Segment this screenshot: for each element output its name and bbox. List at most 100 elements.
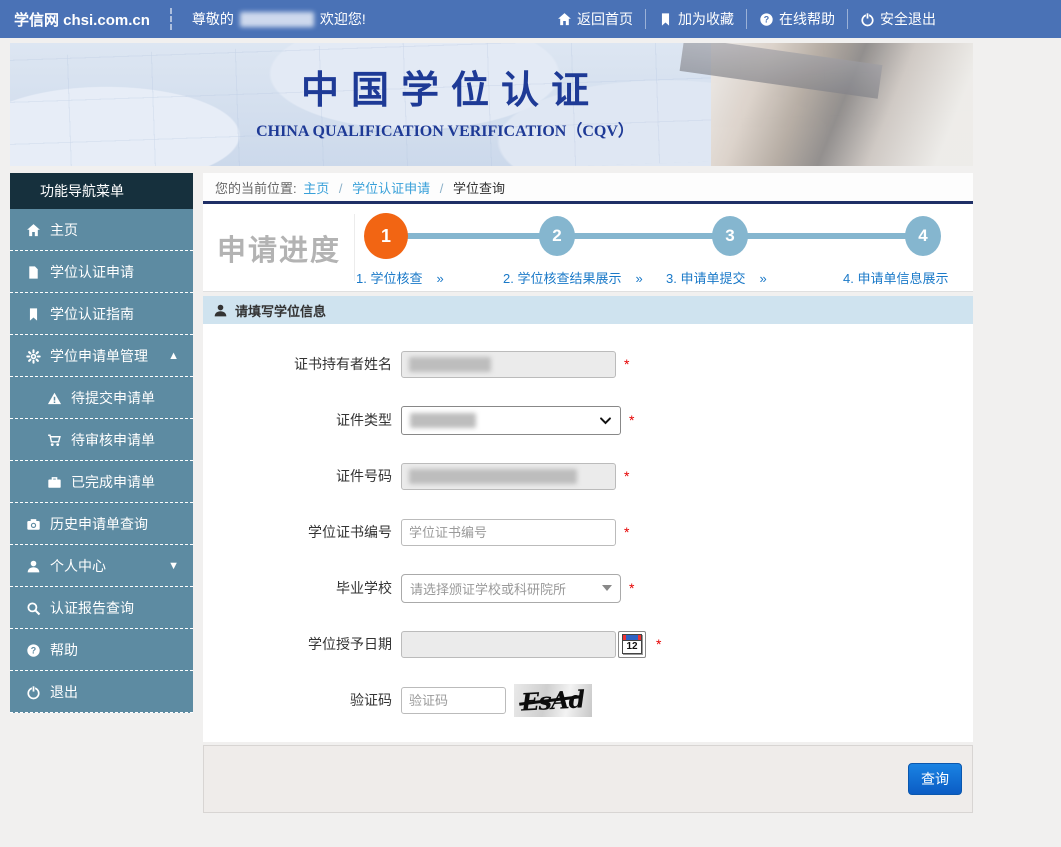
progress-step-label-1: 1. 学位核查» (356, 268, 444, 287)
topbar-links: 返回首页 加为收藏? 在线帮助安全退出 (545, 9, 948, 29)
sidebar-menu: 主页学位认证申请学位认证指南学位申请单管理▲待提交申请单待审核申请单已完成申请单… (10, 209, 193, 713)
breadcrumb-link-home[interactable]: 主页 (303, 181, 329, 196)
breadcrumb-prefix: 您的当前位置: (215, 181, 297, 196)
sidebar-item-label: 已完成申请单 (71, 472, 155, 492)
field-label: 毕业学校 (203, 578, 401, 598)
certificate-holder-name-input (401, 351, 616, 378)
topbar-link-logout[interactable]: 安全退出 (847, 9, 948, 29)
sidebar-item-application-manage[interactable]: 学位申请单管理▲ (10, 335, 193, 377)
sidebar-item-report-query[interactable]: 认证报告查询 (10, 587, 193, 629)
sidebar-item-logout[interactable]: 退出 (10, 671, 193, 713)
sidebar-item-label: 待审核申请单 (71, 430, 155, 450)
sidebar-item-completed[interactable]: 已完成申请单 (10, 461, 193, 503)
required-mark: * (629, 412, 634, 428)
caret-down-icon (602, 585, 612, 591)
person-icon (213, 303, 228, 318)
degree-cert-number-input[interactable] (401, 519, 616, 546)
progress-step-circle-4: 4 (905, 216, 941, 256)
topbar-link-home[interactable]: 返回首页 (545, 9, 645, 29)
query-button[interactable]: 查询 (908, 763, 962, 795)
form-row-id-type: 证件类型 * (203, 392, 973, 448)
progress-step-label-4: 4. 申请单信息展示 (843, 268, 948, 287)
greeting-suffix: 欢迎您! (320, 9, 366, 29)
sidebar-item-label: 学位申请单管理 (50, 346, 148, 366)
progress-step-label-2: 2. 学位核查结果展示» (503, 268, 643, 287)
sidebar-item-help[interactable]: ?帮助 (10, 629, 193, 671)
doc-icon (26, 265, 41, 280)
help-icon: ? (759, 12, 774, 27)
sidebar-item-label: 帮助 (50, 640, 78, 660)
step-arrow: » (759, 271, 766, 286)
banner-title: 中国学位认证 CHINA QUALIFICATION VERIFICATION（… (120, 59, 770, 141)
progress-section: 申请进度 11. 学位核查»22. 学位核查结果展示»33. 申请单提交»44.… (203, 204, 973, 292)
form-footer: 查询 (203, 745, 973, 813)
topbar-link-favorite[interactable]: 加为收藏 (645, 9, 746, 29)
captcha-input[interactable] (401, 687, 506, 714)
power-icon (26, 685, 41, 700)
search-icon (26, 601, 41, 616)
breadcrumb: 您的当前位置: 主页 / 学位认证申请 / 学位查询 (203, 173, 973, 204)
topbar: 学信网 chsi.com.cn 尊敬的 欢迎您! 返回首页 加为收藏? 在线帮助安全… (0, 0, 1061, 38)
required-mark: * (624, 524, 629, 540)
topbar-link-label: 返回首页 (577, 9, 633, 29)
cart-icon (47, 433, 62, 448)
sidebar-item-home[interactable]: 主页 (10, 209, 193, 251)
sidebar-item-history-query[interactable]: 历史申请单查询 (10, 503, 193, 545)
breadcrumb-separator: / (440, 181, 444, 196)
progress-connector-line (389, 233, 925, 239)
chevron-down-icon: ▼ (168, 560, 179, 572)
field-label: 验证码 (203, 690, 401, 710)
sidebar-item-label: 学位认证申请 (50, 262, 134, 282)
calendar-day: 12 (623, 641, 641, 653)
breadcrumb-link-degree-apply[interactable]: 学位认证申请 (352, 181, 430, 196)
step-arrow: » (436, 271, 443, 286)
greeting-text: 尊敬的 欢迎您! (192, 9, 366, 29)
form-row-id-number: 证件号码 * (203, 448, 973, 504)
sidebar-item-degree-guide[interactable]: 学位认证指南 (10, 293, 193, 335)
redacted-value (409, 469, 577, 484)
bookmark-icon (26, 307, 41, 322)
field-label: 证书持有者姓名 (203, 354, 401, 374)
form-section-header: 请填写学位信息 (203, 296, 973, 324)
home-icon (26, 223, 41, 238)
sidebar-item-personal-center[interactable]: 个人中心▼ (10, 545, 193, 587)
bookmark-icon (658, 12, 673, 27)
field-label: 学位授予日期 (203, 634, 401, 654)
form-row-degree-date: 学位授予日期 12 * (203, 616, 973, 672)
sidebar-header: 功能导航菜单 (10, 173, 193, 209)
required-mark: * (629, 580, 634, 596)
chevron-down-icon (599, 414, 612, 427)
required-mark: * (656, 636, 661, 652)
id-type-select[interactable] (401, 406, 621, 435)
graduation-school-select[interactable]: 请选择颁证学校或科研院所 (401, 574, 621, 603)
calendar-button[interactable]: 12 (618, 631, 646, 658)
form-row-captcha: 验证码 EsAd (203, 672, 973, 728)
redacted-username (240, 12, 314, 27)
sidebar-item-pending-submit[interactable]: 待提交申请单 (10, 377, 193, 419)
topbar-link-label: 加为收藏 (678, 9, 734, 29)
form-section-title: 请填写学位信息 (235, 301, 326, 320)
progress-step-circle-1: 1 (364, 213, 408, 259)
step-arrow: » (635, 271, 642, 286)
svg-text:?: ? (764, 14, 769, 24)
banner: 中国学位认证 CHINA QUALIFICATION VERIFICATION（… (10, 43, 973, 166)
redacted-value (409, 357, 491, 372)
person-icon (26, 559, 41, 574)
required-mark: * (624, 356, 629, 372)
redacted-value (410, 413, 476, 428)
breadcrumb-current: 学位查询 (453, 181, 505, 196)
briefcase-icon (47, 475, 62, 490)
site-logo[interactable]: 学信网 chsi.com.cn (14, 9, 150, 30)
progress-title: 申请进度 (203, 214, 355, 281)
calendar-icon: 12 (622, 634, 642, 654)
field-label: 学位证书编号 (203, 522, 401, 542)
topbar-link-label: 在线帮助 (779, 9, 835, 29)
captcha-image[interactable]: EsAd (514, 684, 592, 717)
sidebar-item-degree-apply[interactable]: 学位认证申请 (10, 251, 193, 293)
degree-date-input[interactable] (401, 631, 616, 658)
topbar-link-help[interactable]: ? 在线帮助 (746, 9, 847, 29)
greeting-prefix: 尊敬的 (192, 9, 234, 29)
form-row-graduation-school: 毕业学校 请选择颁证学校或科研院所 * (203, 560, 973, 616)
sidebar-item-pending-review[interactable]: 待审核申请单 (10, 419, 193, 461)
form-row-holder-name: 证书持有者姓名 * (203, 336, 973, 392)
